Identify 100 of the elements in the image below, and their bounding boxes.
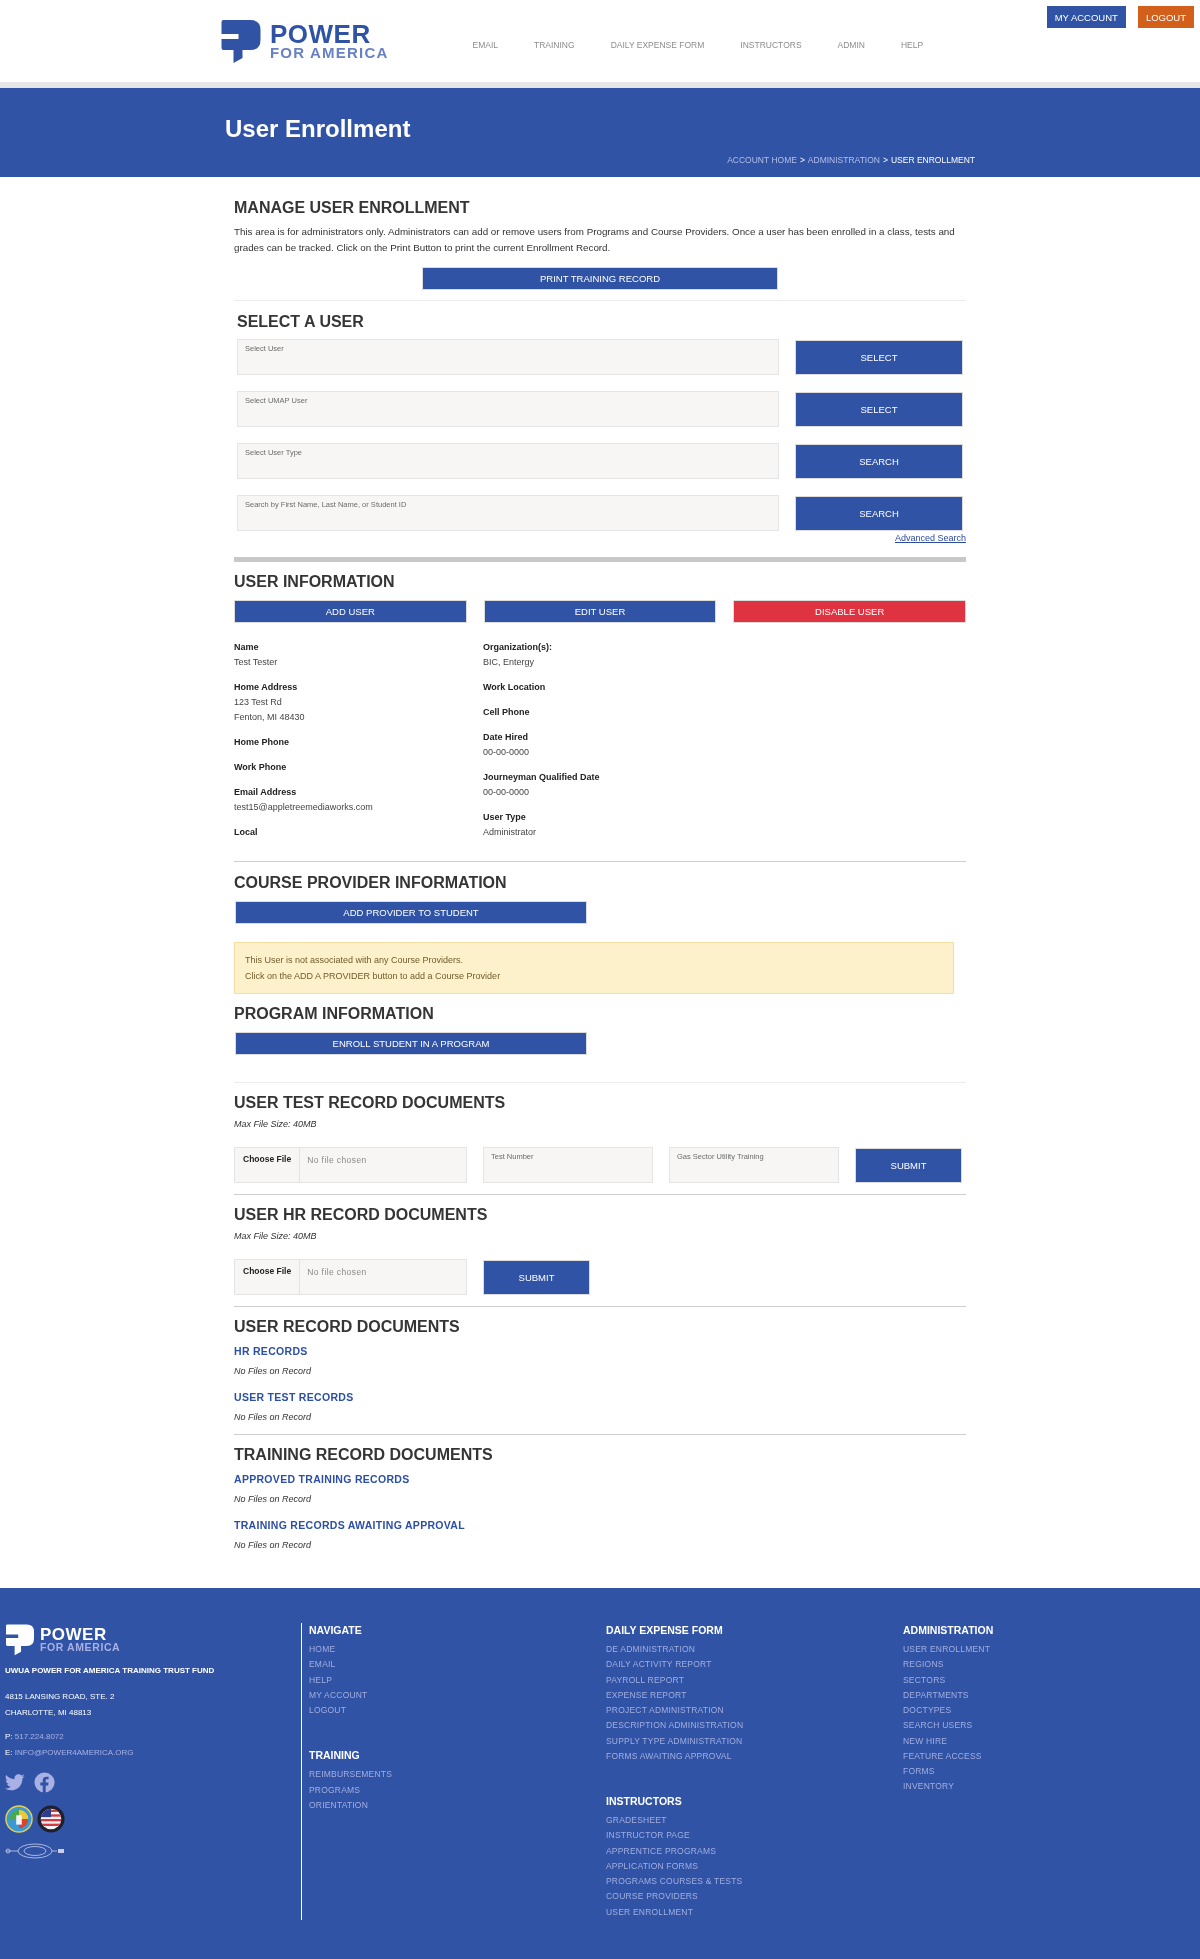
lookup-button[interactable]: SEARCH: [795, 444, 963, 479]
footer-link[interactable]: SUPPLY TYPE ADMINISTRATION: [606, 1733, 743, 1749]
footer-link[interactable]: USER ENROLLMENT: [606, 1904, 694, 1920]
field-label: Email Address: [234, 786, 297, 799]
footer-link[interactable]: COURSE PROVIDERS: [606, 1889, 698, 1905]
user-action-button[interactable]: DISABLE USER: [733, 600, 966, 623]
breadcrumb-link[interactable]: ACCOUNT HOME: [727, 155, 797, 165]
footer-link[interactable]: APPLICATION FORMS: [606, 1858, 699, 1874]
address-text: 4815 LANSING ROAD, STE. 2 CHARLOTTE, MI 48813: [5, 1691, 115, 1719]
bird-icon: [5, 1774, 25, 1791]
field-label: Local: [234, 826, 258, 839]
footer-link[interactable]: USER ENROLLMENT: [903, 1642, 991, 1658]
footer-link[interactable]: FORMS AWAITING APPROVAL: [606, 1748, 732, 1764]
footer-link[interactable]: PROGRAMS: [309, 1782, 361, 1798]
print-button[interactable]: PRINT TRAINING RECORD: [422, 267, 778, 290]
footer-link[interactable]: EXPENSE REPORT: [606, 1687, 687, 1703]
nav-link[interactable]: DAILY EXPENSE FORM: [592, 39, 723, 51]
field-label: Name: [234, 641, 259, 654]
empty-note: No Files on Record: [234, 1365, 312, 1377]
user-action-button[interactable]: ADD USER: [234, 600, 467, 623]
footer-heading: DAILY EXPENSE FORM: [606, 1623, 723, 1637]
empty-note: No Files on Record: [234, 1411, 312, 1423]
footer-link[interactable]: FEATURE ACCESS: [903, 1748, 982, 1764]
contact-link[interactable]: INFO@POWER4AMERICA.ORG: [14, 1748, 134, 1757]
info-notice: This User is not associated with any Course Providers. Click on the ADD A PROVIDER button to add a Course Provider: [234, 942, 954, 994]
footer-link[interactable]: HELP: [309, 1672, 332, 1688]
footer-link[interactable]: PAYROLL REPORT: [606, 1672, 685, 1688]
empty-note: No Files on Record: [234, 1539, 312, 1551]
footer-link[interactable]: LOGOUT: [309, 1703, 347, 1719]
section-heading: USER INFORMATION: [234, 572, 395, 592]
footer-link[interactable]: APPRENTICE PROGRAMS: [606, 1843, 717, 1859]
submit-button[interactable]: SUBMIT: [855, 1148, 962, 1183]
footer-link[interactable]: DE ADMINISTRATION: [606, 1642, 696, 1658]
breadcrumb-separator: >: [882, 155, 888, 165]
page-title: User Enrollment: [225, 116, 411, 142]
breadcrumb-link[interactable]: ADMINISTRATION: [807, 155, 880, 165]
footer-link[interactable]: GRADESHEET: [606, 1813, 667, 1829]
footer-link[interactable]: DOCTYPES: [903, 1703, 952, 1719]
footer-link[interactable]: SEARCH USERS: [903, 1718, 973, 1734]
round-emblem-icon: [5, 1805, 33, 1833]
footer-link[interactable]: EMAIL: [309, 1657, 336, 1673]
footer-link[interactable]: PROJECT ADMINISTRATION: [606, 1703, 724, 1719]
footer-link[interactable]: REIMBURSEMENTS: [309, 1767, 393, 1783]
record-group-heading: HR RECORDS: [234, 1345, 308, 1357]
footer-link[interactable]: DAILY ACTIVITY REPORT: [606, 1657, 712, 1673]
lookup-button[interactable]: SELECT: [795, 340, 963, 375]
footer-link[interactable]: NEW HIRE: [903, 1733, 948, 1749]
footer-link[interactable]: INVENTORY: [903, 1779, 955, 1795]
field-label: Cell Phone: [483, 706, 530, 719]
flag-seal-icon: [37, 1805, 65, 1833]
add-provider-button[interactable]: ADD PROVIDER TO STUDENT: [235, 901, 587, 924]
record-group-heading: TRAINING RECORDS AWAITING APPROVAL: [234, 1519, 465, 1531]
facebook-icon: [34, 1772, 55, 1793]
file-size-note: Max File Size: 40MB: [234, 1118, 318, 1130]
nav-link[interactable]: ADMIN: [819, 39, 883, 51]
footer-link[interactable]: ORIENTATION: [309, 1797, 369, 1813]
lookup-button[interactable]: SELECT: [795, 392, 963, 427]
field-label: Work Location: [483, 681, 546, 694]
nav-link[interactable]: INSTRUCTORS: [722, 39, 820, 51]
footer-link[interactable]: DESCRIPTION ADMINISTRATION: [606, 1718, 744, 1734]
advanced-search-link[interactable]: Advanced Search: [894, 532, 966, 544]
footer-link[interactable]: PROGRAMS COURSES & TESTS: [606, 1874, 743, 1890]
nav-link[interactable]: HELP: [882, 39, 942, 51]
oval-emblem-icon: [5, 1843, 65, 1859]
nav-link[interactable]: TRAINING: [516, 39, 593, 51]
submit-button[interactable]: SUBMIT: [483, 1260, 590, 1295]
field-label: Home Phone: [234, 736, 289, 749]
footer-link[interactable]: FORMS: [903, 1764, 935, 1780]
account-button[interactable]: MY ACCOUNT: [1046, 6, 1126, 28]
file-input-field[interactable]: Choose File No file chosen: [234, 1147, 467, 1183]
field-value: BIC, Entergy: [483, 656, 535, 669]
lookup-button[interactable]: SEARCH: [795, 496, 963, 531]
user-action-button[interactable]: EDIT USER: [483, 600, 717, 623]
footer-heading: INSTRUCTORS: [606, 1794, 682, 1808]
choose-file-button[interactable]: Choose File: [235, 1260, 301, 1294]
logo-mark-icon: [220, 18, 262, 64]
logo-title: POWER: [270, 22, 371, 45]
enroll-button[interactable]: ENROLL STUDENT IN A PROGRAM: [235, 1032, 587, 1055]
section-heading: PROGRAM INFORMATION: [234, 1004, 434, 1024]
logo-mark-icon: [5, 1623, 35, 1656]
file-input-field[interactable]: Choose File No file chosen: [234, 1259, 467, 1295]
field-label: User Type: [483, 811, 526, 824]
choose-file-button[interactable]: Choose File: [235, 1148, 301, 1182]
footer-link[interactable]: INSTRUCTOR PAGE: [606, 1828, 690, 1844]
field-value: Administrator: [483, 826, 536, 839]
nav-link[interactable]: EMAIL: [454, 39, 516, 51]
footer-heading: NAVIGATE: [309, 1623, 362, 1637]
file-size-note: Max File Size: 40MB: [234, 1230, 318, 1242]
footer-link[interactable]: SECTORS: [903, 1672, 946, 1688]
account-button[interactable]: LOGOUT: [1137, 6, 1194, 28]
contact-link[interactable]: 517.224.8072: [14, 1732, 64, 1741]
footer-link[interactable]: DEPARTMENTS: [903, 1687, 969, 1703]
footer-link[interactable]: HOME: [309, 1642, 336, 1658]
footer-heading: ADMINISTRATION: [903, 1623, 994, 1637]
field-label: Date Hired: [483, 731, 528, 744]
footer-link[interactable]: MY ACCOUNT: [309, 1687, 368, 1703]
intro-paragraph: This area is for administrators only. Administrators can add or remove users from Programs and Course Providers. Once a user has been enrolled in a class, tests and grades can be tracked. Click on the Print Button to print the current Enrollment Record.: [234, 225, 956, 255]
footer-link[interactable]: REGIONS: [903, 1657, 944, 1673]
empty-note: No Files on Record: [234, 1493, 312, 1505]
section-heading: USER TEST RECORD DOCUMENTS: [234, 1093, 506, 1113]
